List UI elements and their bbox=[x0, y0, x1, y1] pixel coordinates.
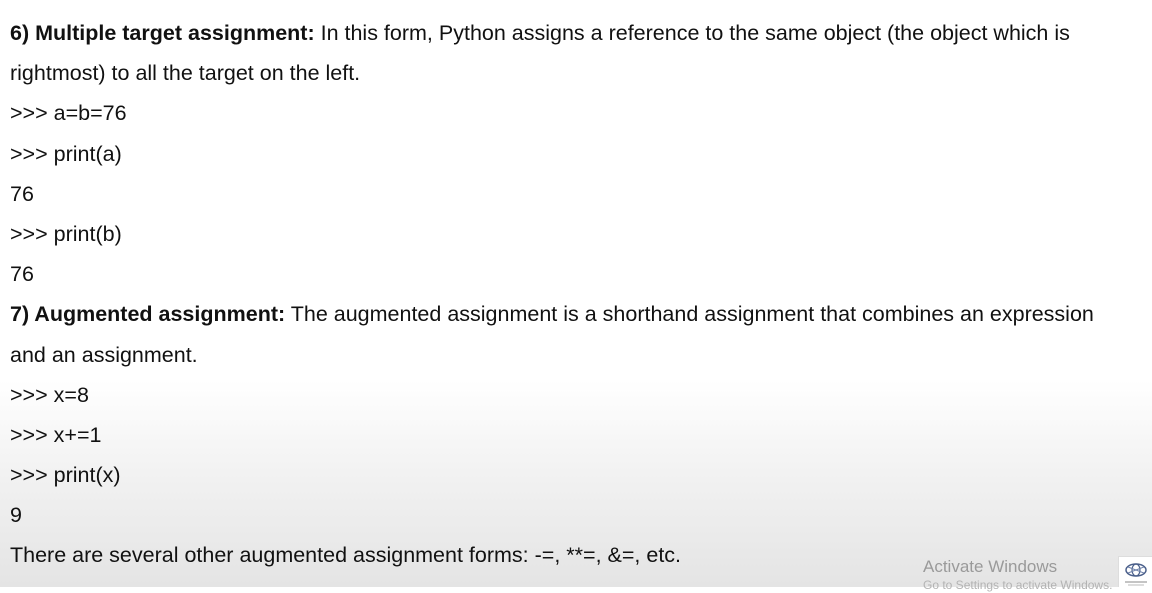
document-body: 6) Multiple target assignment: In this f… bbox=[10, 13, 1150, 576]
logo-graphic-icon bbox=[1125, 563, 1147, 586]
section-7-intro-line: 7) Augmented assignment: The augmented a… bbox=[10, 294, 1150, 334]
code-line: >>> x+=1 bbox=[10, 422, 102, 447]
channel-logo-icon bbox=[1118, 556, 1152, 587]
code-line: >>> print(b) bbox=[10, 221, 122, 246]
code-output: 9 bbox=[10, 503, 22, 528]
section-7-text-continued: and an assignment. bbox=[10, 342, 198, 367]
watermark-subtitle: Go to Settings to activate Windows. bbox=[923, 578, 1113, 592]
section-6-intro-line: 6) Multiple target assignment: In this f… bbox=[10, 13, 1150, 53]
code-line: >>> a=b=76 bbox=[10, 101, 127, 126]
section-6-text-continued: rightmost) to all the target on the left… bbox=[10, 61, 361, 86]
section-7-heading: 7) Augmented assignment: bbox=[10, 302, 286, 327]
code-output: 76 bbox=[10, 181, 34, 206]
section-6-heading: 6) Multiple target assignment: bbox=[10, 21, 315, 45]
code-output: 76 bbox=[10, 262, 34, 287]
section-7-text: The augmented assignment is a shorthand … bbox=[285, 302, 1094, 327]
watermark-title: Activate Windows bbox=[923, 557, 1058, 576]
code-line: >>> x=8 bbox=[10, 382, 89, 407]
section-6-text: In this form, Python assigns a reference… bbox=[314, 21, 1070, 45]
code-line: >>> print(x) bbox=[10, 463, 121, 488]
code-line: >>> print(a) bbox=[10, 141, 122, 166]
